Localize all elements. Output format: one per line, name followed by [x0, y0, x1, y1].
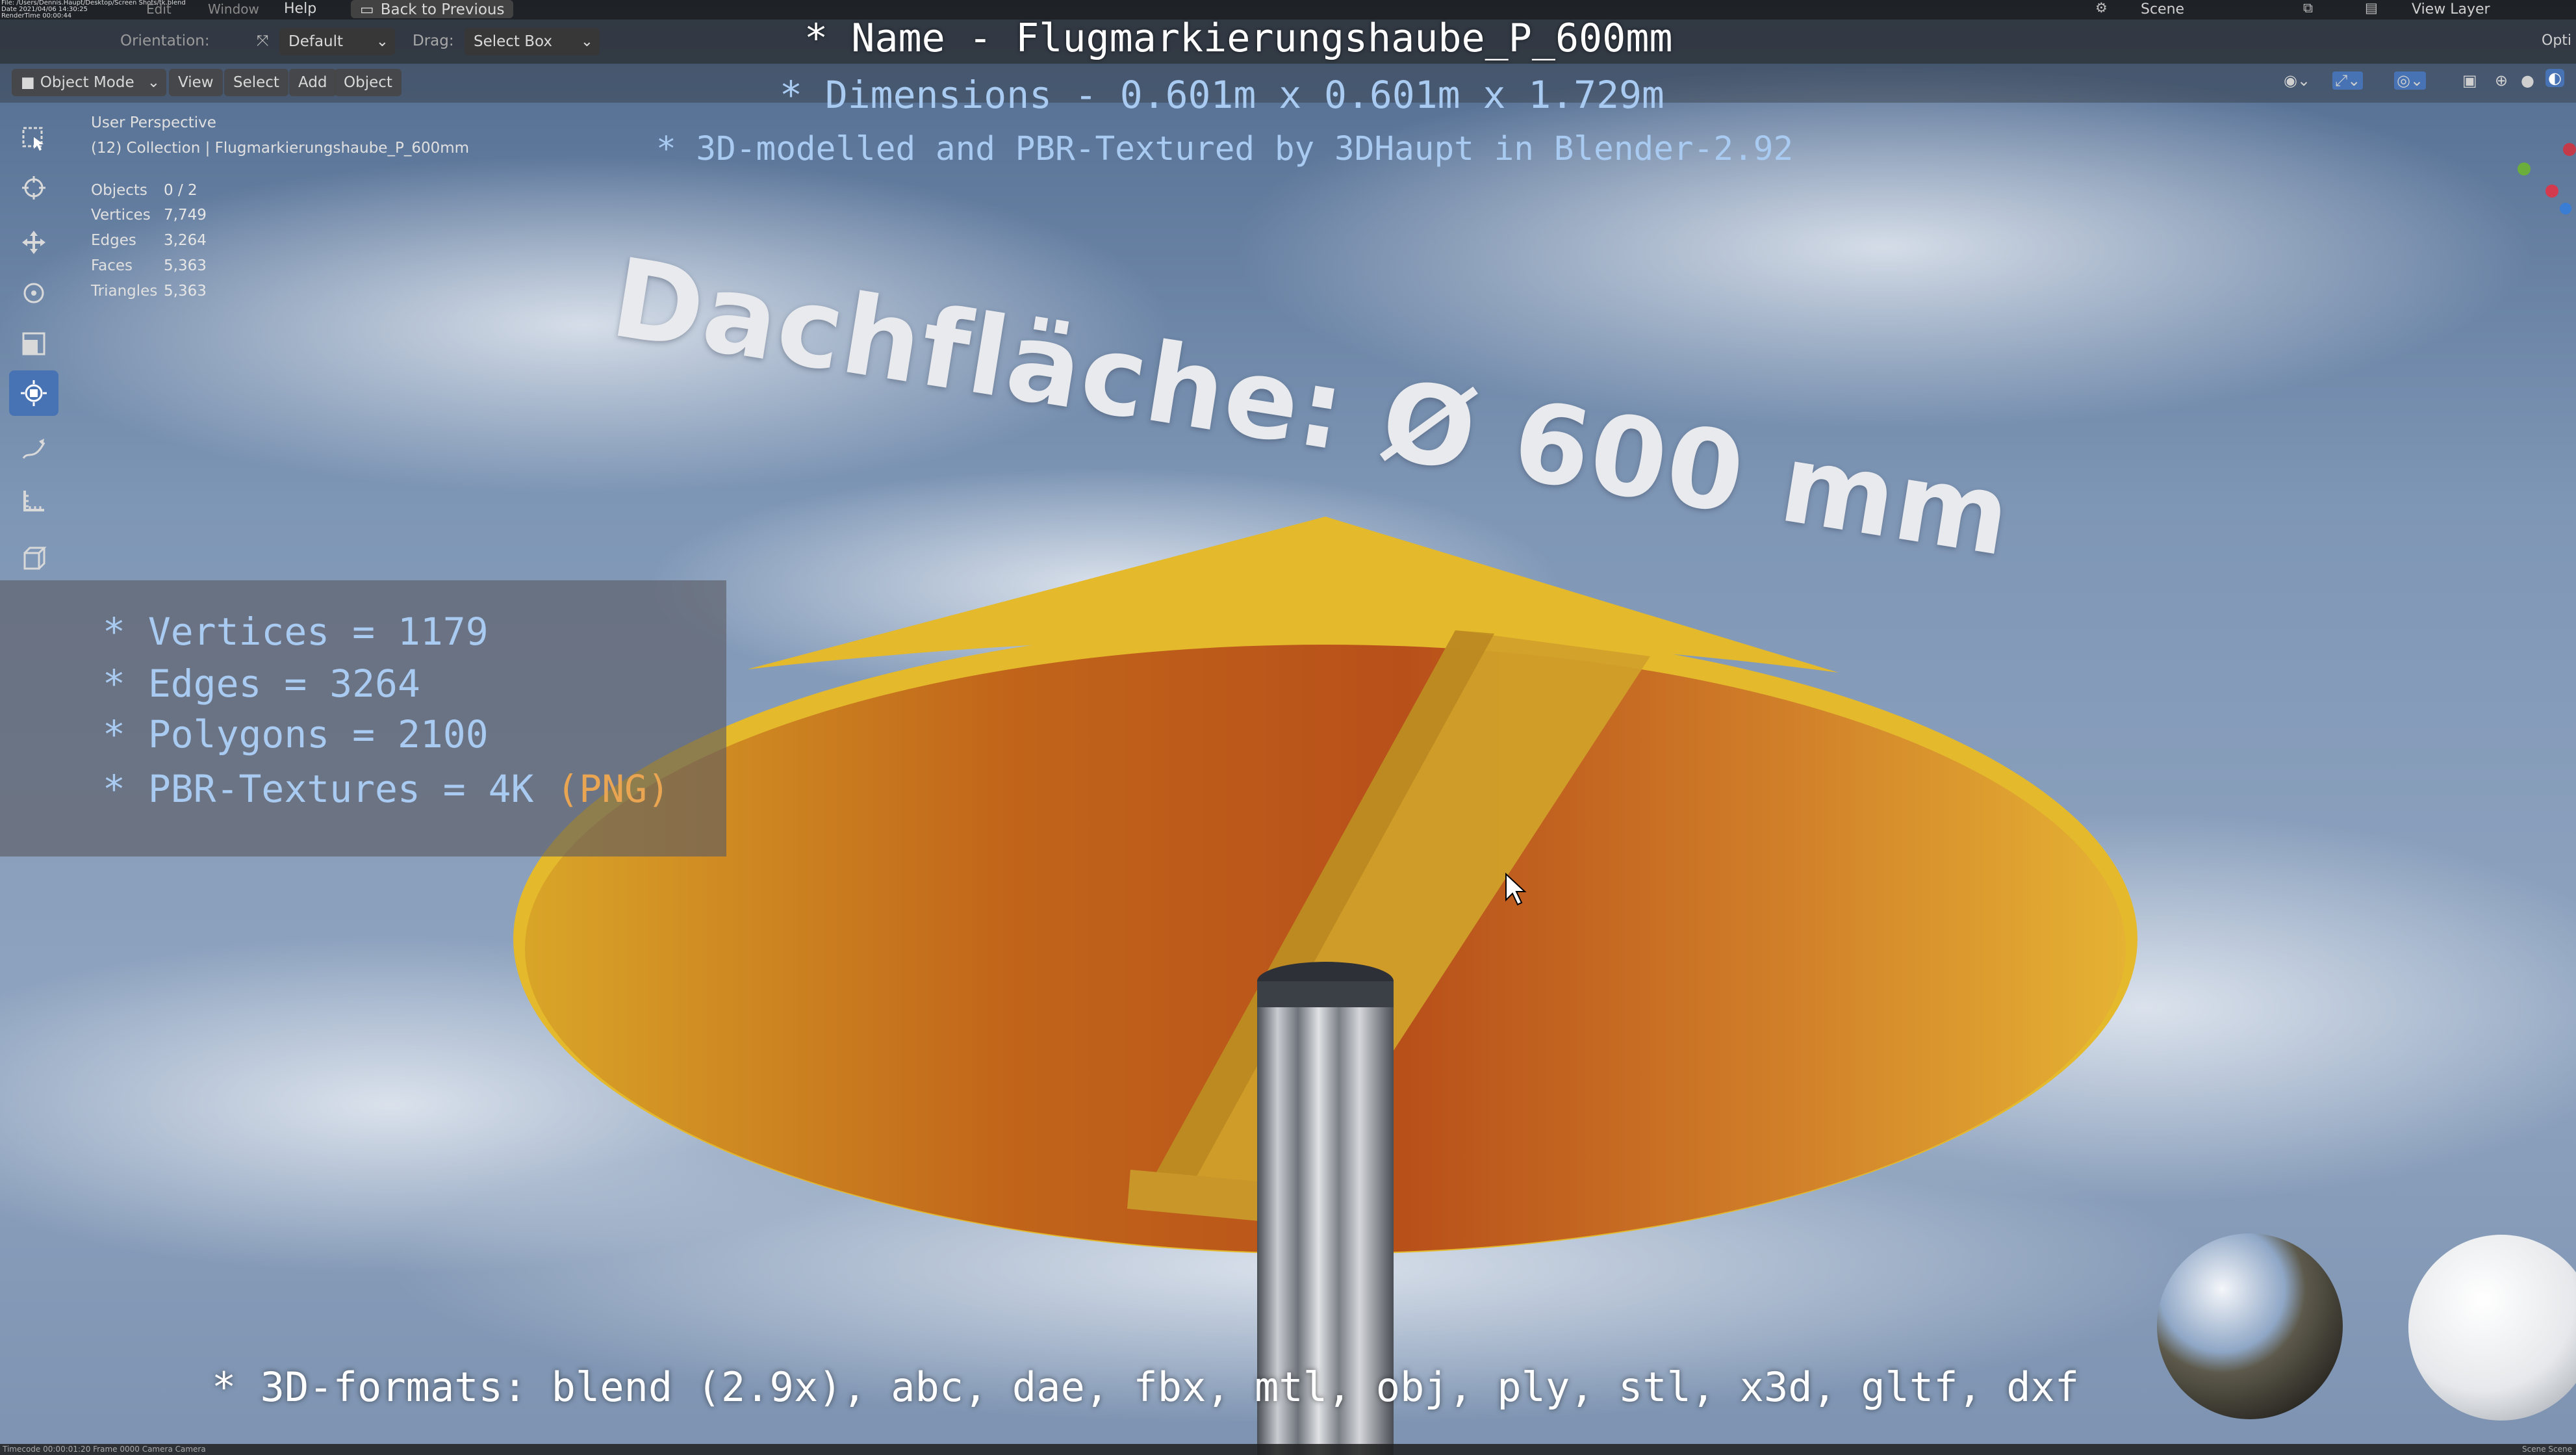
transform-icon [21, 380, 47, 406]
scene-icon[interactable]: ⚙ [2095, 0, 2108, 16]
menu-add[interactable]: Add [289, 69, 337, 96]
drag-dropdown[interactable]: Select Box ⌄ [465, 28, 600, 55]
menu-edit[interactable]: Edit [146, 1, 172, 17]
viewport-collection: (12) Collection | Flugmarkierungshaube_P… [91, 140, 470, 157]
options-button[interactable]: Opti [2542, 32, 2571, 49]
stat-value: 0 / 2 [164, 182, 198, 199]
xray-icon[interactable]: ▣ [2462, 71, 2477, 90]
gizmo-x-axis-icon[interactable] [2545, 185, 2558, 198]
measure-icon [23, 491, 44, 511]
new-scene-icon[interactable]: ⧉ [2303, 0, 2313, 16]
status-left: Timecode 00:00:01:20 Frame 0000 Camera C… [3, 1445, 206, 1454]
move-icon [22, 231, 45, 254]
panel-polygons: * Polygons = 2100 [103, 712, 489, 756]
orientation-label: Orientation: [120, 32, 210, 49]
overlays-icon[interactable]: ◎⌄ [2394, 71, 2427, 90]
solid-shading-icon[interactable]: ● [2521, 71, 2534, 90]
menu-window[interactable]: Window [208, 1, 259, 17]
gizmo-icon[interactable]: ⤢⌄ [2332, 71, 2364, 90]
annotate-icon [22, 439, 45, 459]
stat-key: Objects [91, 182, 147, 199]
back-to-previous-label: Back to Previous [380, 1, 505, 18]
gizmo-y-axis-icon[interactable] [2518, 162, 2531, 175]
scale-tool[interactable] [9, 321, 58, 367]
move-tool[interactable] [9, 220, 58, 265]
object-mode-label: Object Mode [40, 74, 134, 91]
drag-label: Drag: [413, 32, 454, 49]
scene-selector[interactable]: Scene [2141, 1, 2184, 18]
rendered-shading-icon[interactable]: ◐ [2545, 69, 2564, 87]
model-credits: * 3D-modelled and PBR-Textured by 3DHaup… [656, 130, 1794, 168]
stat-value: 5,363 [164, 283, 207, 300]
model-stats-panel: * Vertices = 1179 * Edges = 3264 * Polyg… [0, 580, 726, 856]
select-box-tool[interactable] [9, 116, 58, 161]
gizmo-z-axis-icon[interactable] [2560, 203, 2571, 214]
add-cube-tool[interactable] [9, 535, 58, 581]
annotate-tool[interactable] [9, 428, 58, 473]
model-name-title: * Name - Flugmarkierungshaube_P_600mm [804, 16, 1673, 61]
chevron-down-icon: ⌄ [376, 33, 389, 50]
view-layer-icon[interactable]: ▤ [2365, 0, 2378, 16]
menu-object[interactable]: Object [335, 69, 402, 96]
orientation-icon: ⤧ [257, 32, 269, 49]
stat-key: Triangles [91, 283, 158, 300]
panel-textures-text: * PBR-Textures = 4K [103, 767, 534, 811]
object-mode-icon: ■ [21, 74, 35, 91]
cursor-tool[interactable] [9, 165, 58, 211]
view-layer-selector[interactable]: View Layer [2412, 1, 2490, 18]
scale-icon [22, 332, 45, 355]
panel-edges: * Edges = 3264 [103, 662, 420, 706]
stat-key: Faces [91, 257, 133, 274]
add-cube-icon [23, 547, 47, 570]
panel-vertices: * Vertices = 1179 [103, 610, 489, 654]
back-to-previous-button[interactable]: ▭ Back to Previous [351, 0, 514, 18]
measure-tool[interactable] [9, 478, 58, 524]
chevron-down-icon: ⌄ [147, 74, 160, 91]
visibility-icon[interactable]: ◉⌄ [2284, 71, 2310, 90]
panel-textures-format: (PNG) [556, 767, 670, 811]
drag-value: Select Box [474, 33, 553, 50]
rotate-icon [23, 283, 44, 303]
status-right: Scene Scene [2522, 1445, 2572, 1454]
viewport-perspective: User Perspective [91, 114, 216, 131]
object-mode-dropdown[interactable]: ■ Object Mode ⌄ [12, 69, 166, 96]
select-box-icon [22, 127, 44, 151]
stat-value: 5,363 [164, 257, 207, 274]
menu-view[interactable]: View [169, 69, 223, 96]
wireframe-shading-icon[interactable]: ⊕ [2495, 71, 2508, 90]
stat-key: Edges [91, 232, 136, 249]
status-bar: Timecode 00:00:01:20 Frame 0000 Camera C… [0, 1444, 2576, 1455]
stat-value: 3,264 [164, 232, 207, 249]
menu-select[interactable]: Select [224, 69, 288, 96]
stat-key: Vertices [91, 207, 151, 224]
stat-value: 7,749 [164, 207, 207, 224]
orientation-value: Default [288, 33, 344, 50]
transform-tool[interactable] [9, 370, 58, 416]
gizmo-neg-x-icon[interactable] [2563, 143, 2576, 156]
navigation-gizmo[interactable] [2505, 117, 2576, 227]
formats-line: * 3D-formats: blend (2.9x), abc, dae, fb… [212, 1363, 2080, 1411]
cursor-icon [22, 176, 45, 200]
orientation-dropdown[interactable]: Default ⌄ [279, 28, 395, 55]
back-icon: ▭ [360, 1, 374, 18]
rotate-tool[interactable] [9, 270, 58, 316]
menu-help[interactable]: Help [284, 1, 316, 17]
model-dimensions: * Dimensions - 0.601m x 0.601m x 1.729m [780, 73, 1664, 117]
chevron-down-icon: ⌄ [580, 33, 593, 50]
hdri-chrome-sphere [2157, 1233, 2343, 1419]
panel-textures: * PBR-Textures = 4K (PNG) [103, 767, 670, 811]
